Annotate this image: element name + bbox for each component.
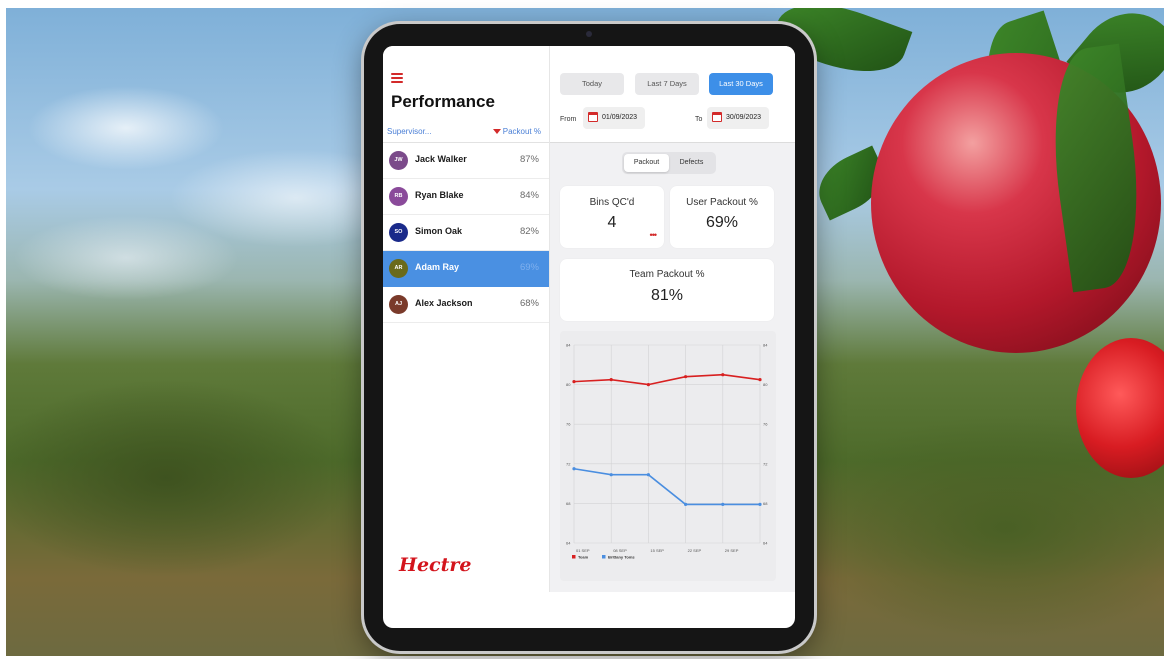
bins-qcd-card: Bins QC'd 4 ••• <box>560 186 664 248</box>
y-tick-label: 84 <box>763 343 768 348</box>
y-tick-label: 64 <box>566 541 571 546</box>
supervisor-name: Jack Walker <box>415 154 467 164</box>
supervisor-name: Simon Oak <box>415 226 463 236</box>
list-item[interactable]: SO Simon Oak 82% <box>383 215 549 251</box>
packout-value: 68% <box>519 298 539 309</box>
data-point <box>646 383 650 387</box>
y-tick-label: 76 <box>566 422 571 427</box>
list-item[interactable]: JW Jack Walker 87% <box>383 143 549 179</box>
packout-column-label: Packout % <box>502 127 541 136</box>
team-packout-value: 81% <box>650 287 684 304</box>
from-date-value: 01/09/2023 <box>602 114 638 121</box>
tablet-device: Performance Supervisor... Packout % JW J… <box>364 24 814 651</box>
hectre-logo: Hectre <box>399 554 472 576</box>
x-tick-label: 08 SEP <box>613 548 627 553</box>
range-30-days-button[interactable]: Last 30 Days <box>709 73 773 95</box>
to-date-picker[interactable]: 30/09/2023 <box>707 107 769 129</box>
y-tick-label: 68 <box>763 501 768 506</box>
y-tick-label: 76 <box>763 422 768 427</box>
performance-detail-pane: Today Last 7 Days Last 30 Days From 01/0… <box>550 46 795 592</box>
bins-qcd-label: Bins QC'd <box>589 197 635 208</box>
series-line <box>573 467 760 506</box>
avatar: SO <box>389 223 408 242</box>
x-tick-label: 15 SEP <box>650 548 664 553</box>
apple-decoration <box>1076 338 1164 478</box>
more-options-icon[interactable]: ••• <box>650 230 658 240</box>
supervisor-list: JW Jack Walker 87% RB Ryan Blake 84% SO … <box>383 143 549 323</box>
list-item[interactable]: AJ Alex Jackson 68% <box>383 287 549 323</box>
range-7-days-button[interactable]: Last 7 Days <box>635 73 699 95</box>
supervisor-list-pane: Performance Supervisor... Packout % JW J… <box>383 46 550 592</box>
supervisor-name: Ryan Blake <box>415 190 464 200</box>
supervisor-column-header[interactable]: Supervisor... <box>387 127 431 136</box>
data-point <box>684 375 688 379</box>
team-packout-label: Team Packout % <box>629 269 705 280</box>
data-point <box>646 473 650 477</box>
packout-value: 84% <box>519 190 539 201</box>
to-date-value: 30/09/2023 <box>726 114 762 121</box>
series-line <box>573 373 761 386</box>
sort-desc-icon <box>492 129 501 135</box>
bins-qcd-value: 4 <box>607 214 617 231</box>
camera-icon <box>586 31 592 37</box>
legend-swatch <box>572 555 576 559</box>
packout-sort-header[interactable]: Packout % <box>492 127 541 136</box>
range-today-button[interactable]: Today <box>560 73 624 95</box>
y-tick-label: 64 <box>763 541 768 546</box>
date-filter-bar: Today Last 7 Days Last 30 Days From 01/0… <box>550 46 795 143</box>
list-item[interactable]: RB Ryan Blake 84% <box>383 179 549 215</box>
app-screen: Performance Supervisor... Packout % JW J… <box>383 46 795 628</box>
data-point <box>758 378 762 382</box>
y-tick-label: 68 <box>566 501 571 506</box>
page-title: Performance <box>391 92 495 111</box>
team-packout-card: Team Packout % 81% <box>560 259 774 321</box>
y-tick-label: 72 <box>566 461 571 466</box>
list-item[interactable]: AR Adam Ray 69% <box>383 251 549 287</box>
data-point <box>684 502 688 506</box>
data-point <box>721 373 725 377</box>
avatar: JW <box>389 151 408 170</box>
data-point <box>758 502 762 506</box>
from-label: From <box>560 116 577 123</box>
hamburger-menu-icon[interactable] <box>391 73 403 83</box>
user-packout-value: 69% <box>705 214 739 231</box>
tab-defects[interactable]: Defects <box>669 154 714 172</box>
x-tick-label: 29 SEP <box>725 548 739 553</box>
supervisor-name: Adam Ray <box>415 262 460 272</box>
calendar-icon <box>712 112 722 122</box>
data-point <box>721 502 725 506</box>
tab-packout[interactable]: Packout <box>624 154 669 172</box>
to-label: To <box>695 116 703 123</box>
from-date-picker[interactable]: 01/09/2023 <box>583 107 645 129</box>
data-point <box>609 473 613 477</box>
packout-value: 87% <box>519 154 539 165</box>
user-packout-label: User Packout % <box>686 197 758 208</box>
supervisor-name: Alex Jackson <box>415 298 473 308</box>
data-point <box>572 380 576 384</box>
user-packout-card: User Packout % 69% <box>670 186 774 248</box>
avatar: AJ <box>389 295 408 314</box>
legend-label: Brittany Toms <box>608 555 635 560</box>
metric-tabs: Packout Defects <box>622 152 716 174</box>
packout-value: 69% <box>519 262 539 273</box>
packout-trend-chart: 64 64 68 68 72 72 76 76 80 80 84 84 01 SEP 08 SEP 15 S… <box>560 331 776 581</box>
y-tick-label: 72 <box>763 461 768 466</box>
y-tick-label: 80 <box>763 382 768 387</box>
calendar-icon <box>588 112 598 122</box>
avatar: RB <box>389 187 408 206</box>
data-point <box>572 467 576 471</box>
packout-value: 82% <box>519 226 539 237</box>
x-tick-label: 01 SEP <box>576 548 590 553</box>
x-tick-label: 22 SEP <box>688 548 702 553</box>
line-chart: 64 64 68 68 72 72 76 76 80 80 84 84 01 SEP 08 SEP 15 S… <box>566 343 768 560</box>
legend-label: Team <box>578 555 589 560</box>
legend-swatch <box>602 555 606 559</box>
y-tick-label: 84 <box>566 343 571 348</box>
y-tick-label: 80 <box>566 382 571 387</box>
data-point <box>609 378 613 382</box>
list-header: Supervisor... Packout % <box>383 124 549 143</box>
avatar: AR <box>389 259 408 278</box>
